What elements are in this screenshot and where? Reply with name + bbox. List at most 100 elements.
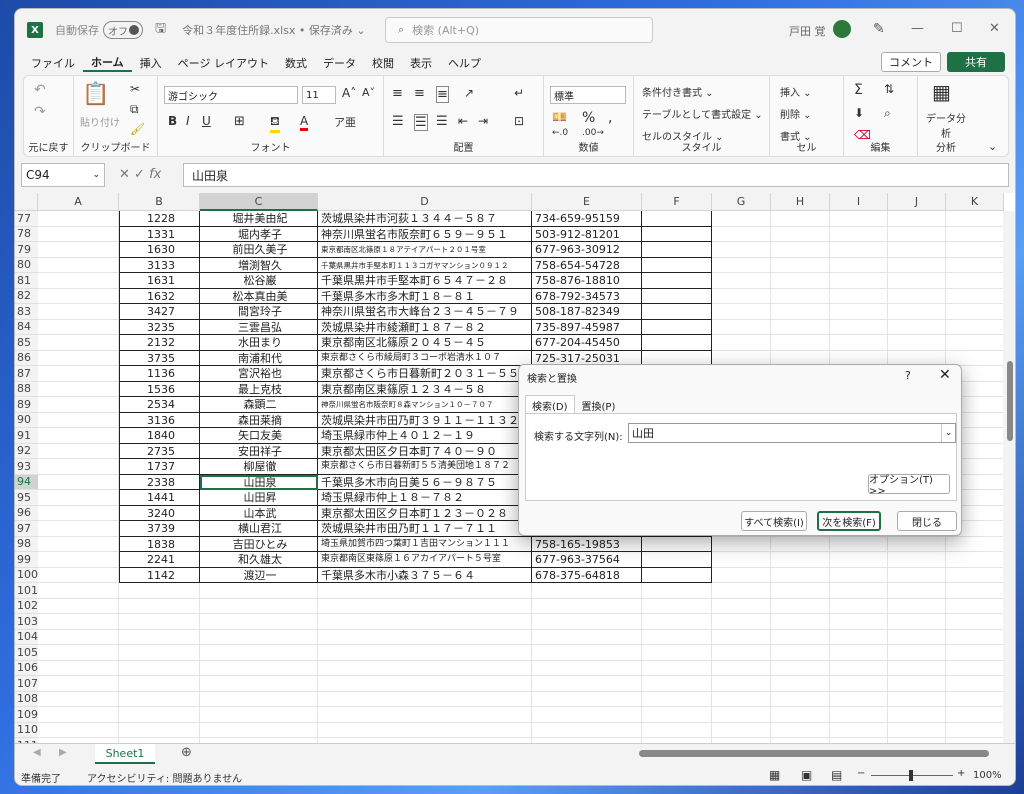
insert-cells-button[interactable]: 挿入 ⌄ — [780, 84, 812, 99]
table-cell[interactable]: 埼玉県緑市仲上４０１２－１９ — [318, 428, 532, 444]
row-header[interactable]: 110 — [15, 722, 38, 738]
sort-filter-icon[interactable]: ⇅ — [884, 82, 894, 96]
table-cell[interactable]: 3136 — [119, 412, 200, 428]
row-header[interactable]: 107 — [15, 676, 38, 692]
column-header[interactable]: F — [642, 193, 712, 211]
font-color-icon[interactable]: A — [300, 114, 309, 131]
table-cell[interactable]: 水田まり — [200, 335, 318, 351]
table-cell[interactable]: 677-204-45450 — [532, 335, 642, 351]
zoom-slider-handle[interactable] — [909, 770, 913, 781]
column-header[interactable]: C — [200, 193, 318, 211]
decrease-indent-icon[interactable]: ⇤ — [458, 114, 468, 128]
table-cell[interactable]: 1136 — [119, 366, 200, 382]
table-cell[interactable]: 758-876-18810 — [532, 273, 642, 289]
table-cell[interactable]: 増渕智久 — [200, 257, 318, 273]
sheet-tab[interactable]: Sheet1 — [95, 744, 155, 764]
table-cell[interactable]: 千葉県黒井市手堅本町１１３コガヤマンション０９１２ — [318, 257, 532, 273]
table-cell[interactable] — [642, 257, 712, 273]
table-cell[interactable]: 堀井美由紀 — [200, 211, 318, 227]
table-cell[interactable]: 埼玉県緑市仲上１８－７８２ — [318, 490, 532, 506]
fill-icon[interactable]: ⬇ — [854, 106, 864, 120]
autosum-icon[interactable]: Σ — [854, 82, 863, 98]
table-cell[interactable]: 758-654-54728 — [532, 257, 642, 273]
row-header[interactable]: 94 — [15, 474, 38, 490]
align-left-icon[interactable]: ☰ — [392, 114, 404, 129]
horizontal-scrollbar[interactable] — [639, 750, 989, 757]
table-cell[interactable]: 1632 — [119, 288, 200, 304]
formula-input[interactable]: 山田泉 — [183, 163, 1009, 187]
table-cell[interactable] — [642, 288, 712, 304]
bold-icon[interactable]: B — [168, 114, 177, 128]
table-cell[interactable]: 1142 — [119, 567, 200, 583]
table-cell[interactable] — [642, 242, 712, 258]
table-cell[interactable]: 2241 — [119, 552, 200, 568]
data-analysis-label[interactable]: データ分析 — [926, 110, 966, 140]
table-cell[interactable]: 3240 — [119, 505, 200, 521]
underline-icon[interactable]: U — [202, 114, 211, 128]
column-header[interactable]: J — [888, 193, 946, 211]
table-cell[interactable]: 山田昇 — [200, 490, 318, 506]
table-cell[interactable]: 1840 — [119, 428, 200, 444]
zoom-in-icon[interactable]: + — [957, 768, 965, 779]
row-header[interactable]: 81 — [15, 273, 38, 289]
currency-icon[interactable]: 💴 — [552, 110, 567, 124]
table-cell[interactable]: 茨城県染井市田乃町１１７－７１１ — [318, 521, 532, 537]
column-header[interactable]: K — [946, 193, 1004, 211]
table-cell[interactable]: 神奈川県蛍名市阪奈町６５９－９５１ — [318, 226, 532, 242]
table-cell[interactable]: 1228 — [119, 211, 200, 227]
table-cell[interactable]: 735-897-45987 — [532, 319, 642, 335]
fill-color-icon[interactable]: ⛾ — [270, 114, 280, 133]
row-header[interactable]: 99 — [15, 552, 38, 568]
comment-button[interactable]: コメント — [881, 52, 941, 72]
row-header[interactable]: 104 — [15, 629, 38, 645]
orientation-icon[interactable]: ↗ — [464, 86, 474, 100]
row-header[interactable]: 98 — [15, 536, 38, 552]
table-cell[interactable]: 3735 — [119, 350, 200, 366]
column-header[interactable]: I — [830, 193, 888, 211]
align-center-icon[interactable]: ☰ — [414, 114, 428, 131]
scrollbar-thumb[interactable] — [1007, 361, 1013, 441]
autosave-toggle[interactable]: オフ — [103, 21, 143, 39]
format-painter-icon[interactable]: 🖌 — [130, 122, 145, 136]
border-icon[interactable]: ⊞ — [234, 114, 245, 129]
row-header[interactable]: 92 — [15, 443, 38, 459]
row-header[interactable]: 109 — [15, 707, 38, 723]
table-cell[interactable]: 吉田ひとみ — [200, 536, 318, 552]
table-cell[interactable]: 3427 — [119, 304, 200, 320]
row-header[interactable]: 86 — [15, 350, 38, 366]
number-format-select[interactable]: 標準 — [550, 86, 626, 104]
row-header[interactable]: 95 — [15, 490, 38, 506]
row-header[interactable]: 79 — [15, 242, 38, 258]
table-cell[interactable]: 東京都さくら市日暮新町５５清美団地１８７２ — [318, 459, 532, 475]
delete-cells-button[interactable]: 削除 ⌄ — [780, 106, 812, 121]
table-cell[interactable]: 神奈川県蛍名市大峰台２３－４５－７９ — [318, 304, 532, 320]
table-cell[interactable] — [642, 273, 712, 289]
tab-formulas[interactable]: 数式 — [277, 55, 315, 71]
avatar[interactable] — [833, 20, 851, 38]
help-icon[interactable]: ? — [905, 369, 911, 382]
table-cell[interactable]: 渡辺一 — [200, 567, 318, 583]
row-header[interactable]: 83 — [15, 304, 38, 320]
table-cell[interactable]: 柳屋徹 — [200, 459, 318, 475]
increase-indent-icon[interactable]: ⇥ — [478, 114, 488, 128]
table-cell[interactable]: 松谷巌 — [200, 273, 318, 289]
table-cell[interactable]: 東京都南区東篠原１６アカイアパート５号室 — [318, 552, 532, 568]
table-cell[interactable]: 松本真由美 — [200, 288, 318, 304]
decrease-decimal-icon[interactable]: .00→ — [582, 128, 604, 138]
paste-icon[interactable]: 📋 — [82, 82, 109, 107]
table-cell[interactable]: 和久雄太 — [200, 552, 318, 568]
table-cell[interactable] — [642, 304, 712, 320]
table-cell[interactable]: 茨城県染井市河荻１３４４－５８７ — [318, 211, 532, 227]
table-cell[interactable]: 宮沢裕也 — [200, 366, 318, 382]
page-layout-view-icon[interactable]: ▣ — [801, 768, 812, 782]
copy-icon[interactable]: ⧉ — [130, 102, 139, 117]
row-header[interactable]: 89 — [15, 397, 38, 413]
table-cell[interactable]: 678-792-34573 — [532, 288, 642, 304]
table-cell[interactable]: 1737 — [119, 459, 200, 475]
table-cell[interactable]: 677-963-37564 — [532, 552, 642, 568]
table-cell[interactable]: 前田久美子 — [200, 242, 318, 258]
italic-icon[interactable]: I — [186, 114, 190, 128]
table-cell[interactable] — [642, 226, 712, 242]
undo-icon[interactable]: ↶ — [34, 82, 46, 98]
find-next-button[interactable]: 次を検索(F) — [817, 511, 881, 531]
